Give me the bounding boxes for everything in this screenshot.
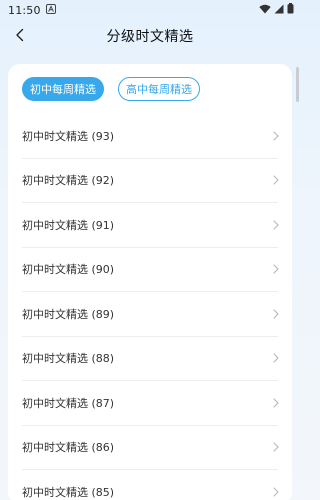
list-item[interactable]: 初中时文精选 (88) xyxy=(22,337,281,381)
chevron-right-icon xyxy=(271,398,281,408)
back-button[interactable] xyxy=(8,24,32,48)
wifi-icon xyxy=(259,4,271,17)
tab-junior-weekly[interactable]: 初中每周精选 xyxy=(22,77,104,101)
chevron-right-icon xyxy=(271,487,281,497)
list-item-label: 初中时文精选 (86) xyxy=(22,441,115,455)
list-item-label: 初中时文精选 (90) xyxy=(22,263,115,277)
status-left: 11:50 xyxy=(8,3,56,17)
list-item-label: 初中时文精选 (88) xyxy=(22,352,115,366)
status-right xyxy=(259,3,294,17)
scrollbar[interactable] xyxy=(296,67,299,102)
list-item[interactable]: 初中时文精选 (86) xyxy=(22,426,281,470)
chevron-right-icon xyxy=(271,309,281,319)
tab-bar: 初中每周精选 高中每周精选 xyxy=(22,77,200,101)
list-item[interactable]: 初中时文精选 (93) xyxy=(22,114,281,159)
nav-bar: 分级时文精选 xyxy=(0,20,300,52)
list-item[interactable]: 初中时文精选 (91) xyxy=(22,203,281,248)
list-item-label: 初中时文精选 (91) xyxy=(22,218,115,232)
chevron-right-icon xyxy=(271,264,281,274)
chevron-right-icon xyxy=(271,353,281,363)
chevron-right-icon xyxy=(271,442,281,452)
list-item-label: 初中时文精选 (85) xyxy=(22,485,115,499)
list-item[interactable]: 初中时文精选 (92) xyxy=(22,159,281,203)
cellular-signal-icon xyxy=(274,4,284,17)
chevron-right-icon xyxy=(271,131,281,141)
list-item[interactable]: 初中时文精选 (85) xyxy=(22,470,281,500)
list-item-label: 初中时文精选 (87) xyxy=(22,396,115,410)
chevron-right-icon xyxy=(271,220,281,230)
page-title: 分级时文精选 xyxy=(106,29,194,45)
chevron-right-icon xyxy=(271,175,281,185)
status-bar: 11:50 xyxy=(0,0,300,20)
list-item[interactable]: 初中时文精选 (89) xyxy=(22,292,281,337)
battery-icon xyxy=(287,3,294,17)
list-item-label: 初中时文精选 (92) xyxy=(22,174,115,188)
list-item-label: 初中时文精选 (89) xyxy=(22,307,115,321)
chevron-left-icon xyxy=(13,27,27,46)
status-time: 11:50 xyxy=(8,3,41,17)
list-item-label: 初中时文精选 (93) xyxy=(22,129,115,143)
font-a-notification-icon xyxy=(45,3,56,17)
tab-senior-weekly[interactable]: 高中每周精选 xyxy=(118,77,200,101)
list-item[interactable]: 初中时文精选 (87) xyxy=(22,381,281,426)
list-item[interactable]: 初中时文精选 (90) xyxy=(22,248,281,292)
content-card: 初中每周精选 高中每周精选 初中时文精选 (93) 初中时文精选 (92) 初中… xyxy=(8,64,292,500)
article-list: 初中时文精选 (93) 初中时文精选 (92) 初中时文精选 (91) 初中时文… xyxy=(8,114,292,500)
